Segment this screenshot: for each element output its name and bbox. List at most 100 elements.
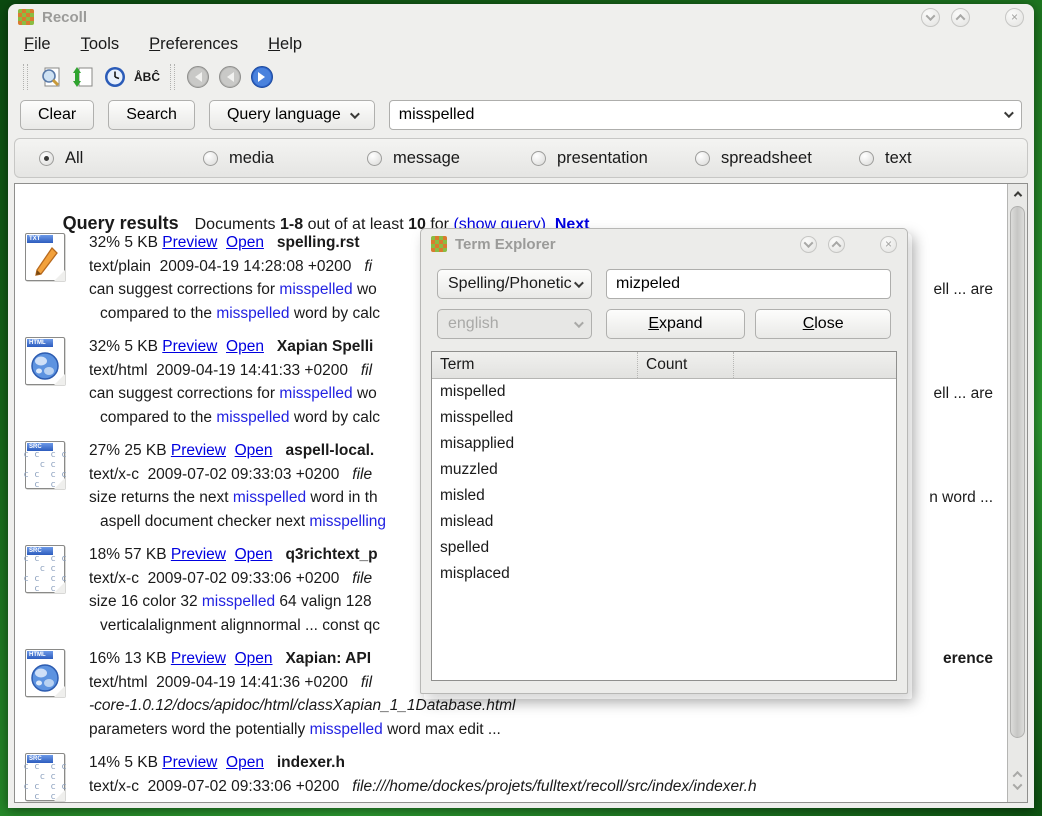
result-link[interactable]: Open — [235, 546, 273, 563]
term-table: Term Count mispelledmisspelled misapplied… — [431, 351, 897, 681]
src-file-icon[interactable]: SRCc c c c c c c c c c c c — [25, 753, 65, 801]
expansion-mode-dropdown[interactable]: Spelling/Phonetic — [437, 269, 592, 299]
term-column-header[interactable]: Term — [432, 352, 637, 378]
result-link[interactable]: Open — [235, 650, 273, 667]
result-link[interactable]: Preview — [162, 234, 217, 251]
close-icon[interactable]: × — [1005, 8, 1024, 27]
dialog-minimize-icon[interactable] — [800, 236, 817, 253]
result-link[interactable]: Open — [226, 754, 264, 771]
dialog-maximize-icon[interactable] — [828, 236, 845, 253]
result-link[interactable]: Preview — [162, 338, 217, 355]
result-link[interactable]: Open — [226, 234, 264, 251]
result-link[interactable]: Open — [226, 338, 264, 355]
html-file-icon[interactable]: HTML — [25, 649, 65, 697]
text-segment: word max edit ... — [383, 721, 501, 738]
html-file-icon[interactable]: HTML — [25, 337, 65, 385]
close-button[interactable]: Close — [755, 309, 891, 339]
clear-button[interactable]: Clear — [20, 100, 94, 130]
text-segment: -core-1.0.12/docs/apidoc/html/classXapia… — [89, 697, 516, 714]
radio-icon[interactable] — [367, 151, 382, 166]
text-segment — [217, 338, 226, 355]
sort-by-date-icon[interactable] — [67, 62, 99, 92]
text-segment: word by calc — [290, 305, 380, 322]
term-cell: misapplied — [440, 435, 514, 453]
first-page-icon[interactable] — [182, 62, 214, 92]
text-segment — [264, 338, 277, 355]
results-scrollbar[interactable] — [1007, 184, 1027, 802]
filter-all[interactable]: All — [39, 149, 203, 168]
term-row[interactable]: misspelled — [432, 405, 896, 431]
result-text: 14% 5 KB Preview Open indexer.htext/x-c … — [89, 751, 1001, 802]
filter-message[interactable]: message — [367, 149, 531, 168]
next-page-icon[interactable] — [246, 62, 278, 92]
term-row[interactable]: mispelled — [432, 379, 896, 405]
text-segment: file:///home/dockes/projets/fulltext/rec… — [352, 778, 756, 795]
radio-icon[interactable] — [859, 151, 874, 166]
scroll-up2-icon[interactable] — [1013, 770, 1023, 780]
text-segment: aspell-local. — [285, 442, 374, 459]
text-segment: misspelled — [216, 305, 289, 322]
text-segment: text/x-c 2009-07-02 09:33:06 +0200 — [89, 778, 352, 795]
result-link[interactable]: Preview — [162, 754, 217, 771]
window-titlebar[interactable]: Recoll × — [8, 4, 1034, 30]
radio-icon[interactable] — [203, 151, 218, 166]
dialog-close-icon[interactable]: × — [880, 236, 897, 253]
globe-icon — [26, 659, 64, 696]
txt-file-icon[interactable]: TXT — [25, 233, 65, 281]
text-segment: can suggest corrections for — [89, 281, 279, 298]
term-row[interactable]: muzzled — [432, 457, 896, 483]
prev-page-icon[interactable] — [214, 62, 246, 92]
header-filler — [733, 352, 896, 378]
result-link[interactable]: Preview — [171, 442, 226, 459]
menu-tools[interactable]: Tools — [81, 35, 120, 54]
text-segment: misspelled — [216, 409, 289, 426]
new-search-icon[interactable] — [35, 62, 67, 92]
toolbar-handle[interactable] — [23, 64, 28, 90]
maximize-icon[interactable] — [951, 8, 970, 27]
query-language-dropdown[interactable]: Query language — [209, 100, 375, 130]
source-code-icon: c c c c c c c c c c c c — [26, 451, 64, 488]
term-row[interactable]: mislead — [432, 509, 896, 535]
text-segment — [264, 234, 277, 251]
expand-button[interactable]: Expand — [606, 309, 746, 339]
count-column-header[interactable]: Count — [637, 352, 733, 378]
text-segment: misspelled — [310, 721, 383, 738]
src-file-icon[interactable]: SRCc c c c c c c c c c c c — [25, 441, 65, 489]
term-input[interactable] — [606, 269, 891, 299]
result-link[interactable]: Preview — [171, 650, 226, 667]
scrollbar-thumb[interactable] — [1010, 206, 1025, 738]
term-row[interactable]: misled — [432, 483, 896, 509]
search-button[interactable]: Search — [108, 100, 195, 130]
radio-icon[interactable] — [531, 151, 546, 166]
filter-media[interactable]: media — [203, 149, 367, 168]
term-rows: mispelledmisspelledmisappliedmuzzledmisl… — [432, 379, 896, 587]
history-clock-icon[interactable] — [99, 62, 131, 92]
text-segment: q3richtext_p — [285, 546, 377, 563]
radio-icon[interactable] — [39, 151, 54, 166]
text-segment: wo — [353, 281, 377, 298]
radio-icon[interactable] — [695, 151, 710, 166]
term-row[interactable]: misapplied — [432, 431, 896, 457]
results-header-title: Query results — [63, 213, 179, 233]
text-segment: size returns the next — [89, 489, 233, 506]
result-link[interactable]: Open — [235, 442, 273, 459]
filter-spreadsheet[interactable]: spreadsheet — [695, 149, 859, 168]
term-explorer-icon[interactable]: ÅBĈ — [131, 62, 163, 92]
text-segment: text/plain 2009-04-19 14:28:08 +0200 — [89, 258, 364, 275]
text-segment: file — [352, 466, 372, 483]
text-segment: text/html 2009-04-19 14:41:33 +0200 — [89, 362, 361, 379]
term-row[interactable]: spelled — [432, 535, 896, 561]
scroll-down-icon[interactable] — [1013, 780, 1023, 790]
term-row[interactable]: misplaced — [432, 561, 896, 587]
menu-file[interactable]: File — [24, 35, 51, 54]
menu-help[interactable]: Help — [268, 35, 302, 54]
scroll-up-icon[interactable] — [1008, 184, 1027, 204]
menu-preferences[interactable]: Preferences — [149, 35, 238, 54]
src-file-icon[interactable]: SRCc c c c c c c c c c c c — [25, 545, 65, 593]
minimize-icon[interactable] — [921, 8, 940, 27]
result-link[interactable]: Preview — [171, 546, 226, 563]
search-input[interactable] — [389, 100, 1022, 130]
filter-presentation[interactable]: presentation — [531, 149, 695, 168]
dialog-titlebar[interactable]: Term Explorer × — [421, 229, 907, 259]
filter-text[interactable]: text — [859, 149, 1023, 168]
